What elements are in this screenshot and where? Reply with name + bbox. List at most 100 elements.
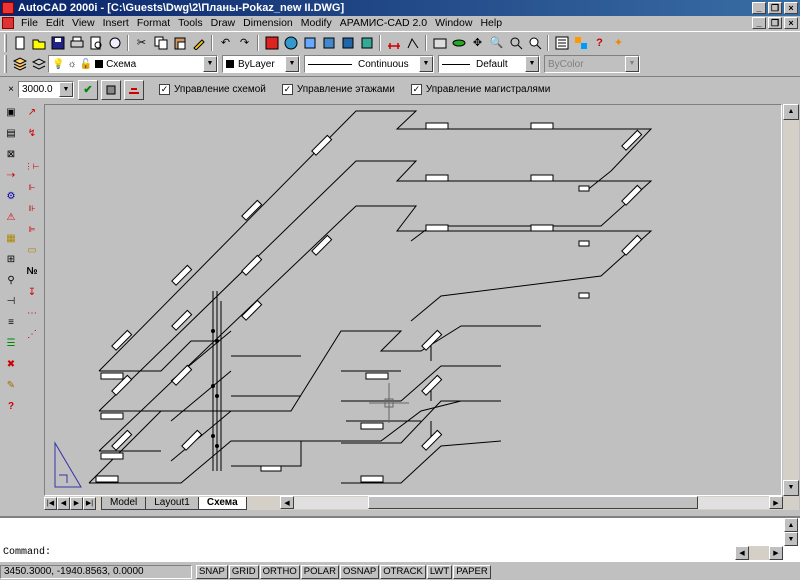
scroll-up-button[interactable]: ▲ — [783, 104, 799, 120]
minimize-button[interactable]: _ — [752, 2, 766, 14]
otrack-toggle[interactable]: OTRACK — [380, 565, 426, 579]
web-icon[interactable] — [281, 33, 300, 52]
cmd-scroll-left-button[interactable]: ◀ — [735, 546, 749, 560]
tool-icon-9[interactable]: ⚲ — [2, 271, 20, 289]
height-value-dropdown[interactable]: 3000.0 ▼ — [18, 81, 74, 98]
command-window[interactable]: Command: ▲ ▼ ◀ ▶ — [0, 516, 800, 562]
tool-icon-22[interactable]: ↧ — [23, 283, 41, 301]
tool-icon-14[interactable]: ✎ — [2, 376, 20, 394]
menu-dimension[interactable]: Dimension — [239, 17, 297, 29]
document-icon[interactable] — [2, 17, 14, 29]
menu-view[interactable]: View — [68, 17, 99, 29]
grid-toggle[interactable]: GRID — [228, 565, 259, 579]
coordinates-readout[interactable]: 3450.3000, -1940.8563, 0.0000 — [0, 565, 192, 579]
make-layer-current-icon[interactable] — [29, 55, 48, 74]
tool-icon-7[interactable]: ▦ — [2, 229, 20, 247]
prev-tab-button[interactable]: ◀ — [57, 496, 70, 510]
properties-icon[interactable] — [552, 33, 571, 52]
tool-icon-19[interactable]: ⊪ — [23, 199, 41, 217]
menu-tools[interactable]: Tools — [174, 17, 207, 29]
print-icon[interactable] — [67, 33, 86, 52]
tool-icon-4[interactable]: ⇢ — [2, 166, 20, 184]
first-tab-button[interactable]: |◀ — [44, 496, 57, 510]
zoom-realtime-icon[interactable]: 🔍 — [487, 33, 506, 52]
save-icon[interactable] — [48, 33, 67, 52]
chevron-down-icon[interactable]: ▼ — [285, 56, 299, 72]
tool-icon-3[interactable]: ⊠ — [2, 145, 20, 163]
drawing-canvas[interactable] — [44, 104, 782, 496]
close-button[interactable]: × — [784, 2, 798, 14]
distance-icon[interactable] — [384, 33, 403, 52]
print-preview-icon[interactable] — [86, 33, 105, 52]
tool-icon-18[interactable]: ⊩ — [23, 178, 41, 196]
cmd-hscroll[interactable]: ◀ ▶ — [735, 546, 783, 560]
scroll-right-button[interactable]: ▶ — [769, 496, 783, 509]
tool-icon-16[interactable]: ↯ — [23, 124, 41, 142]
cmd-scroll-right-button[interactable]: ▶ — [769, 546, 783, 560]
hyperlink-icon[interactable] — [262, 33, 281, 52]
help-icon[interactable]: ? — [590, 33, 609, 52]
doc-minimize-button[interactable]: _ — [752, 17, 766, 29]
chevron-down-icon[interactable]: ▼ — [525, 56, 539, 72]
polar-toggle[interactable]: POLAR — [300, 565, 339, 579]
menu-edit[interactable]: Edit — [42, 17, 68, 29]
named-views-icon[interactable] — [430, 33, 449, 52]
tool-icon-6[interactable]: ⚠ — [2, 208, 20, 226]
tool-icon-15[interactable]: ↗ — [23, 103, 41, 121]
horizontal-scrollbar[interactable]: ◀ ▶ — [280, 496, 783, 509]
next-tab-button[interactable]: ▶ — [70, 496, 83, 510]
tab-model[interactable]: Model — [101, 496, 147, 510]
view-icon[interactable] — [357, 33, 376, 52]
tab-layout1[interactable]: Layout1 — [145, 496, 199, 510]
publish-icon[interactable] — [105, 33, 124, 52]
floors-control-checkbox[interactable]: ✓ Управление этажами — [281, 84, 395, 95]
whats-new-icon[interactable]: ✦ — [609, 33, 628, 52]
snap-toggle[interactable]: SNAP — [196, 565, 228, 579]
menu-file[interactable]: File — [17, 17, 42, 29]
cmd-scroll-down-button[interactable]: ▼ — [784, 532, 798, 546]
tool-icon-11[interactable]: ≡ — [2, 313, 20, 331]
layers-icon[interactable] — [10, 55, 29, 74]
toolbar-grip[interactable] — [4, 55, 7, 73]
menu-help[interactable]: Help — [476, 17, 506, 29]
undo-icon[interactable]: ↶ — [216, 33, 235, 52]
scheme-icon[interactable] — [124, 79, 144, 100]
osnap-toggle[interactable]: OSNAP — [339, 565, 380, 579]
copy-icon[interactable] — [151, 33, 170, 52]
redo-icon[interactable]: ↷ — [235, 33, 254, 52]
layer-dropdown[interactable]: 💡 ☼ 🔓 Схема ▼ — [48, 55, 218, 73]
cmd-scroll-up-button[interactable]: ▲ — [784, 518, 798, 532]
scheme-control-checkbox[interactable]: ✓ Управление схемой — [159, 84, 266, 95]
tool-icon-5[interactable]: ⚙ — [2, 187, 20, 205]
chevron-down-icon[interactable]: ▼ — [203, 56, 217, 72]
checkbox-box[interactable]: ✓ — [410, 84, 422, 95]
doc-close-button[interactable]: × — [784, 17, 798, 29]
cut-icon[interactable]: ✂ — [132, 33, 151, 52]
menu-window[interactable]: Window — [431, 17, 476, 29]
scroll-thumb[interactable] — [368, 496, 698, 509]
tool-icon-10[interactable]: ⊣ — [2, 292, 20, 310]
help-icon[interactable]: ? — [2, 397, 20, 415]
inquiry-icon[interactable] — [338, 33, 357, 52]
open-folder-icon[interactable] — [29, 33, 48, 52]
vertical-scrollbar[interactable]: ▲ ▼ — [783, 104, 799, 496]
zoom-window-icon[interactable] — [506, 33, 525, 52]
design-center-icon[interactable] — [571, 33, 590, 52]
restore-button[interactable]: ❐ — [768, 2, 782, 14]
lineweight-dropdown[interactable]: Default ▼ — [438, 55, 540, 73]
menu-insert[interactable]: Insert — [99, 17, 133, 29]
close-toolbar-icon[interactable]: × — [4, 80, 18, 99]
tool-icon-21[interactable]: ▭ — [23, 241, 41, 259]
redraw-icon[interactable] — [403, 33, 422, 52]
chevron-down-icon[interactable]: ▼ — [59, 82, 73, 97]
menu-draw[interactable]: Draw — [207, 17, 240, 29]
last-tab-button[interactable]: ▶| — [83, 496, 96, 510]
color-dropdown[interactable]: ByLayer ▼ — [222, 55, 300, 73]
ucs-icon[interactable] — [319, 33, 338, 52]
scroll-down-button[interactable]: ▼ — [783, 480, 799, 496]
tool-icon-20[interactable]: ⊫ — [23, 220, 41, 238]
numero-icon[interactable]: № — [23, 262, 41, 280]
lwt-toggle[interactable]: LWT — [426, 565, 453, 579]
menu-format[interactable]: Format — [133, 17, 174, 29]
toolbar-grip[interactable] — [4, 33, 7, 52]
